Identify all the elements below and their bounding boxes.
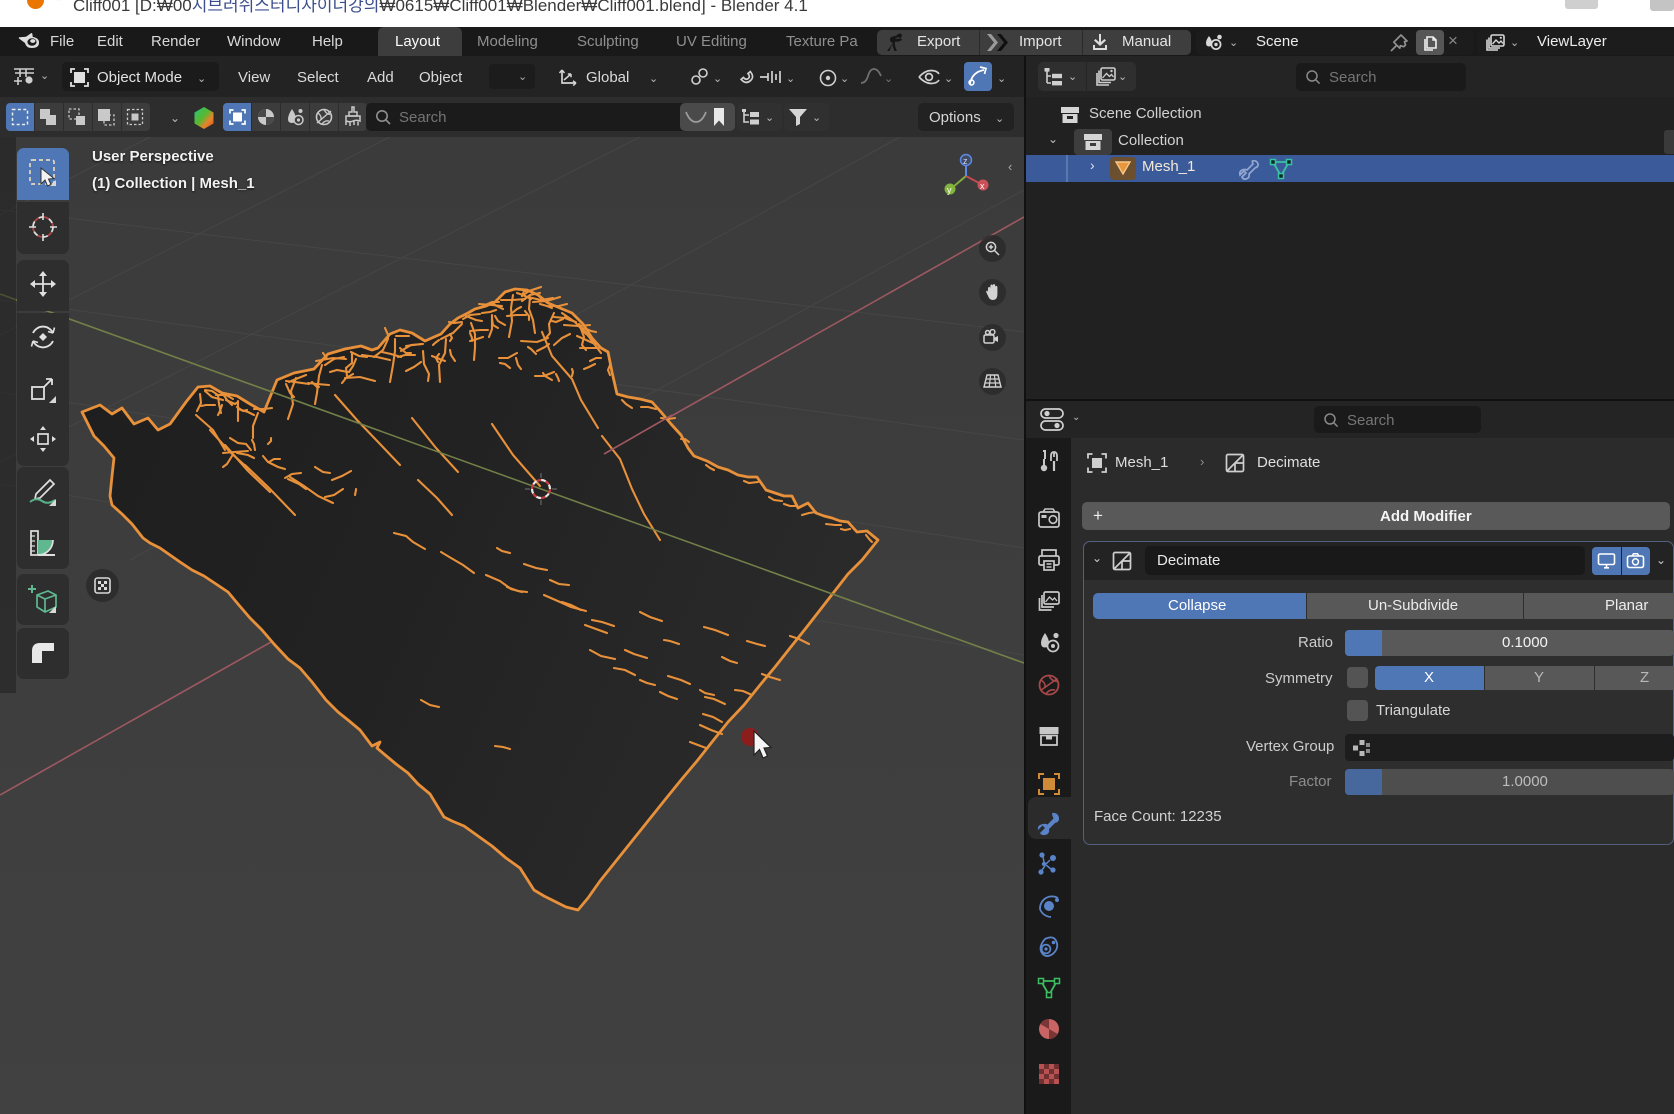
svg-text:y: y (947, 185, 952, 195)
svg-text:x: x (980, 181, 985, 191)
svg-text:z: z (963, 156, 968, 166)
